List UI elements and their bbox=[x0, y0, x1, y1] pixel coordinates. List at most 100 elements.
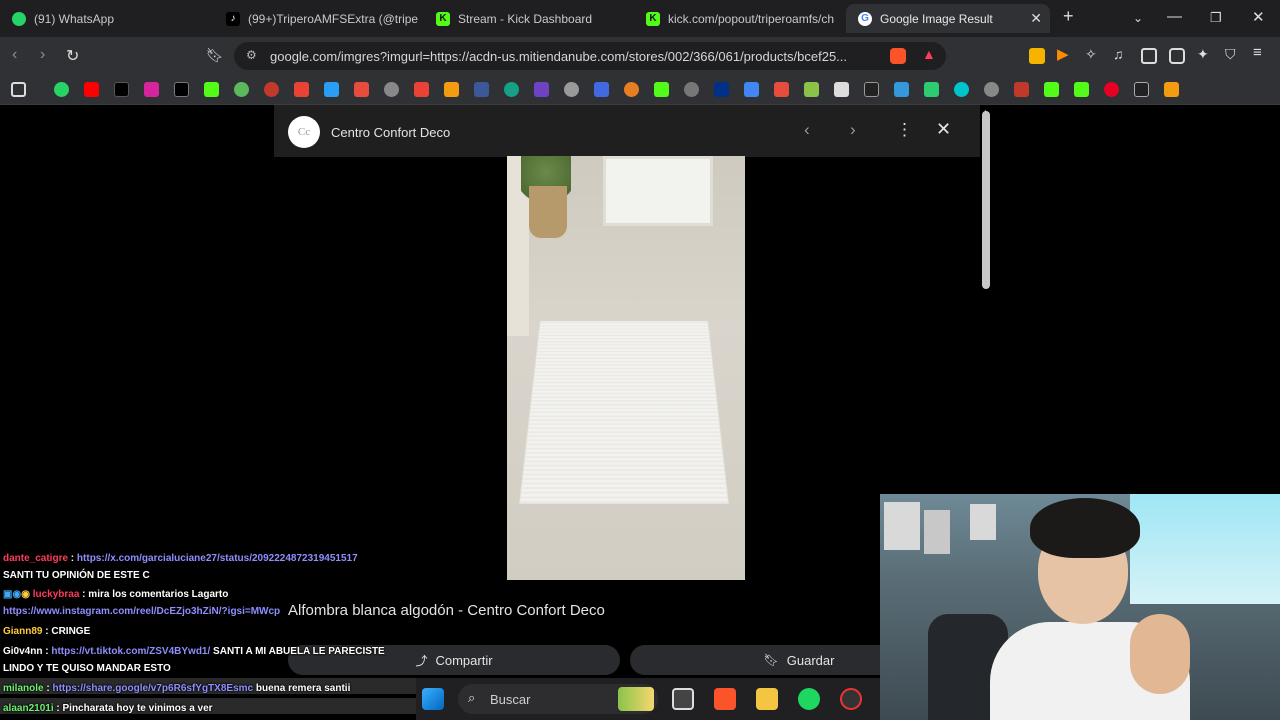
canva-bookmark-icon[interactable] bbox=[954, 82, 969, 97]
chat-message: milanole : https://share.google/v7p6R6sf… bbox=[3, 683, 351, 694]
bookmark-icon[interactable] bbox=[534, 82, 549, 97]
site-name[interactable]: Centro Confort Deco bbox=[331, 125, 450, 140]
paypal-bookmark-icon[interactable] bbox=[714, 82, 729, 97]
image-door bbox=[603, 156, 713, 226]
new-tab-button[interactable]: + bbox=[1063, 6, 1074, 27]
search-highlight-icon bbox=[618, 687, 654, 711]
media-icon[interactable]: ♫ bbox=[1113, 46, 1129, 62]
bookmark-icon[interactable] bbox=[354, 82, 369, 97]
bookmark-icon[interactable] bbox=[984, 82, 999, 97]
image-basket bbox=[529, 186, 567, 238]
bookmark-icon[interactable] bbox=[684, 82, 699, 97]
bookmark-icon[interactable] bbox=[384, 82, 399, 97]
bookmark-icon[interactable] bbox=[234, 82, 249, 97]
tab-tiktok[interactable]: ♪ (99+)TriperoAMFSExtra (@triperc bbox=[214, 4, 418, 33]
scrollbar-thumb[interactable] bbox=[982, 111, 990, 289]
brave-shields-icon[interactable] bbox=[890, 48, 906, 64]
bookmark-icon[interactable] bbox=[264, 82, 279, 97]
kick-bookmark-icon[interactable] bbox=[204, 82, 219, 97]
sidebar-icon[interactable] bbox=[1141, 48, 1157, 64]
webcam-person-hair bbox=[1030, 498, 1140, 558]
chat-message: https://www.instagram.com/reel/DcEZjo3hZ… bbox=[3, 606, 281, 617]
more-options-icon[interactable]: ⋮ bbox=[896, 120, 913, 140]
windows-taskbar: ⌕ Buscar bbox=[416, 678, 880, 720]
bookmark-icon[interactable] bbox=[474, 82, 489, 97]
pinterest-bookmark-icon[interactable] bbox=[1104, 82, 1119, 97]
wallet-icon[interactable] bbox=[1169, 48, 1185, 64]
extensions-puzzle-icon[interactable]: ✧ bbox=[1085, 46, 1101, 62]
tab-kick-popout[interactable]: K kick.com/popout/triperoamfs/ch bbox=[634, 4, 840, 33]
product-image[interactable] bbox=[507, 156, 745, 580]
spotify-icon[interactable] bbox=[798, 688, 820, 710]
chatgpt-bookmark-icon[interactable] bbox=[564, 82, 579, 97]
bookmark-icon[interactable] bbox=[504, 82, 519, 97]
close-viewer-icon[interactable]: ✕ bbox=[936, 119, 951, 140]
webcam-poster bbox=[924, 510, 950, 554]
tab-title: Stream - Kick Dashboard bbox=[458, 11, 593, 26]
tab-kick-dashboard[interactable]: K Stream - Kick Dashboard bbox=[424, 4, 632, 33]
vpn-shield-icon[interactable]: ⛉ bbox=[1225, 46, 1241, 62]
bookmark-icon[interactable] bbox=[924, 82, 939, 97]
bookmark-icon[interactable] bbox=[894, 82, 909, 97]
bookmark-icon[interactable] bbox=[804, 82, 819, 97]
bookmark-icon[interactable] bbox=[834, 82, 849, 97]
minimize-icon[interactable]: — bbox=[1167, 8, 1182, 25]
tiktok-icon: ♪ bbox=[226, 11, 240, 26]
file-explorer-icon[interactable] bbox=[756, 688, 778, 710]
previous-image-icon[interactable]: ‹ bbox=[804, 120, 810, 140]
site-logo[interactable]: Cc bbox=[288, 116, 320, 148]
brave-taskbar-icon[interactable] bbox=[714, 688, 736, 710]
restore-icon[interactable]: ❐ bbox=[1210, 10, 1222, 26]
bookmark-icon[interactable] bbox=[1014, 82, 1029, 97]
whatsapp-bookmark-icon[interactable] bbox=[54, 82, 69, 97]
tab-whatsapp[interactable]: (91) WhatsApp bbox=[0, 4, 214, 33]
docs-bookmark-icon[interactable] bbox=[744, 82, 759, 97]
next-image-icon[interactable]: › bbox=[850, 120, 856, 140]
chat-message: LINDO Y TE QUISO MANDAR ESTO bbox=[3, 663, 171, 674]
webcam-background-window bbox=[1130, 494, 1280, 604]
share-icon: ⤴ bbox=[415, 653, 428, 668]
taskbar-search[interactable]: ⌕ Buscar bbox=[458, 684, 658, 714]
kick-bookmark-icon[interactable] bbox=[1044, 82, 1059, 97]
back-icon[interactable]: ‹ bbox=[12, 46, 17, 64]
tab-search-chevron-icon[interactable]: ⌄ bbox=[1133, 11, 1143, 25]
obs-icon[interactable] bbox=[840, 688, 862, 710]
bookmark-icon[interactable] bbox=[624, 82, 639, 97]
tiktok-bookmark-icon[interactable] bbox=[114, 82, 129, 97]
close-tab-icon[interactable]: ✕ bbox=[1030, 10, 1042, 27]
bookmark-icon[interactable] bbox=[1134, 82, 1149, 97]
address-bar[interactable]: ⚙ google.com/imgres?imgurl=https://acdn-… bbox=[234, 42, 946, 70]
site-settings-icon[interactable]: ⚙ bbox=[246, 48, 257, 62]
tab-title: Google Image Result bbox=[880, 11, 993, 26]
kick-bookmark-icon[interactable] bbox=[1074, 82, 1089, 97]
tab-title: (91) WhatsApp bbox=[34, 11, 115, 26]
bookmark-icon[interactable] bbox=[1164, 82, 1179, 97]
apps-grid-icon[interactable] bbox=[11, 82, 26, 97]
leo-ai-icon[interactable]: ✦ bbox=[1197, 46, 1213, 62]
download-bookmark-icon[interactable] bbox=[774, 82, 789, 97]
bookmark-icon[interactable] bbox=[864, 82, 879, 97]
task-view-icon[interactable] bbox=[672, 688, 694, 710]
instagram-bookmark-icon[interactable] bbox=[144, 82, 159, 97]
bookmark-icon[interactable] bbox=[654, 82, 669, 97]
menu-icon[interactable]: ≡ bbox=[1253, 44, 1269, 61]
reload-icon[interactable]: ↻ bbox=[66, 46, 79, 66]
google-icon: G bbox=[858, 11, 872, 26]
close-window-icon[interactable]: ✕ bbox=[1252, 8, 1265, 26]
tab-google-image-result[interactable]: G Google Image Result ✕ bbox=[846, 4, 1050, 33]
bookmark-icon[interactable]: 🔖︎ bbox=[206, 47, 224, 64]
bookmark-icon[interactable] bbox=[444, 82, 459, 97]
forward-icon[interactable]: › bbox=[40, 46, 45, 64]
gmail-bookmark-icon[interactable] bbox=[414, 82, 429, 97]
youtube-bookmark-icon[interactable] bbox=[84, 82, 99, 97]
bookmark-icon[interactable] bbox=[324, 82, 339, 97]
bookmark-icon[interactable] bbox=[594, 82, 609, 97]
windows-start-icon[interactable] bbox=[422, 688, 444, 710]
address-text: google.com/imgres?imgurl=https://acdn-us… bbox=[270, 49, 848, 64]
play-extension-icon[interactable]: ▶ bbox=[1057, 45, 1073, 63]
gmail-bookmark-icon[interactable] bbox=[294, 82, 309, 97]
chat-message: dante_catigre : https://x.com/garcialuci… bbox=[3, 553, 358, 564]
x-bookmark-icon[interactable] bbox=[174, 82, 189, 97]
brave-rewards-icon[interactable]: ▲ bbox=[922, 46, 936, 62]
extension-icon[interactable] bbox=[1029, 48, 1045, 64]
